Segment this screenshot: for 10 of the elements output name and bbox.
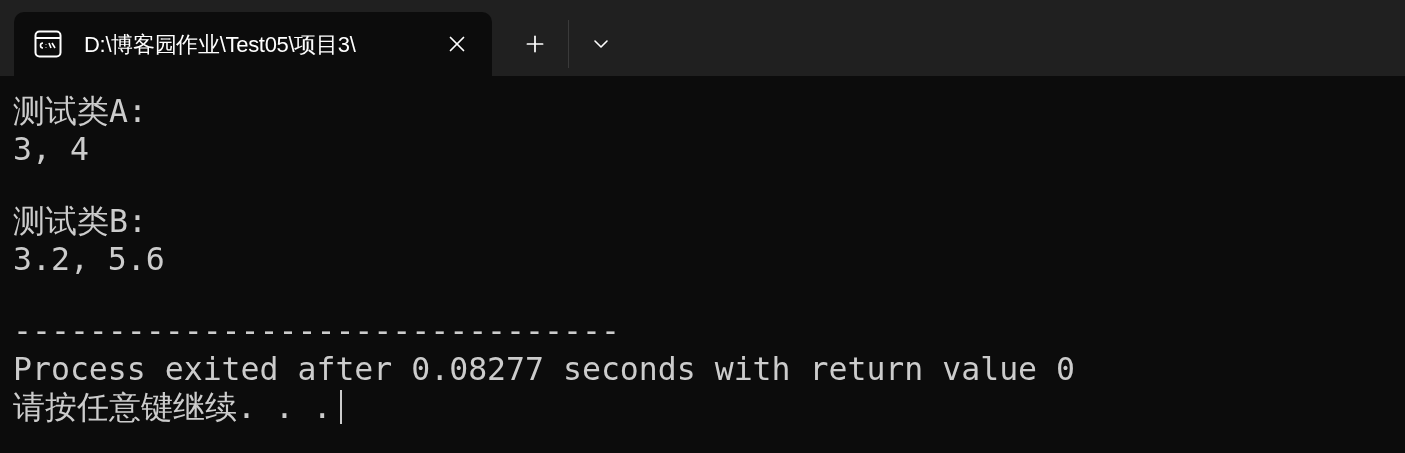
tab-title: D:\博客园作业\Test05\项目3\ — [84, 30, 357, 59]
output-line: 测试类A: — [13, 92, 147, 130]
terminal-tab[interactable]: D:\博客园作业\Test05\项目3\ — [14, 12, 492, 76]
output-line: 3.2, 5.6 — [13, 240, 165, 278]
output-line: Process exited after 0.08277 seconds with return value 0 — [13, 350, 1076, 388]
output-line: 测试类B: — [13, 202, 147, 240]
terminal-icon — [34, 30, 62, 58]
output-line: 3, 4 — [13, 130, 89, 168]
output-line: 请按任意键继续. . . — [13, 388, 332, 426]
output-line: -------------------------------- — [13, 312, 620, 350]
